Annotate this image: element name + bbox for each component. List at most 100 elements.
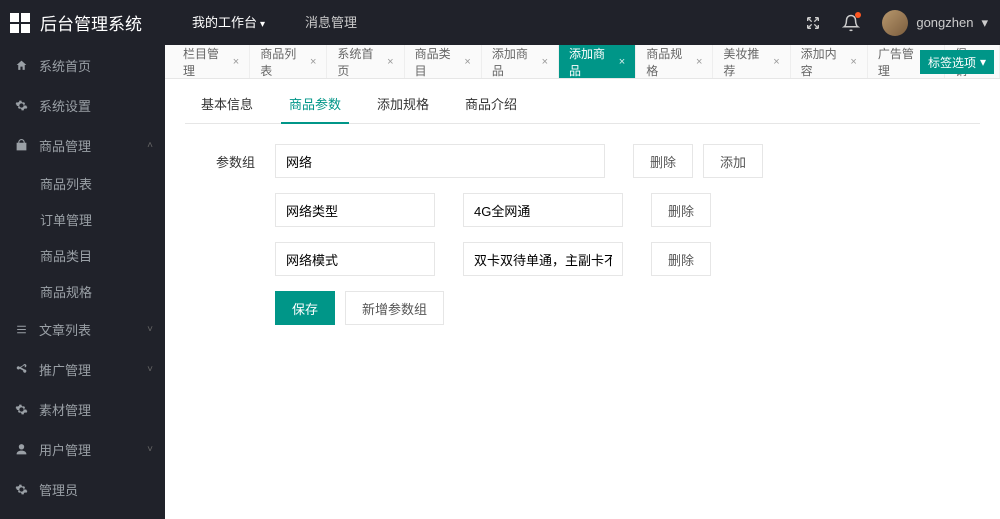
sidebar-item[interactable]: 素材管理	[0, 389, 165, 429]
chevron-down-icon: ˅	[147, 444, 153, 455]
param-key-input[interactable]	[275, 242, 435, 276]
header-right: gongzhen ▾	[794, 0, 1000, 45]
inner-tab[interactable]: 添加规格	[369, 94, 437, 123]
user-menu[interactable]: gongzhen ▾	[870, 10, 1000, 36]
chevron-down-icon: ▾	[980, 55, 986, 69]
sidebar-item-label: 文章列表	[39, 320, 91, 339]
inner-tab[interactable]: 基本信息	[193, 94, 261, 123]
chevron-down-icon: ˅	[147, 364, 153, 375]
tab-options-button[interactable]: 标签选项 ▾	[920, 50, 994, 74]
sidebar-item-label: 推广管理	[39, 360, 91, 379]
sidebar-subitem[interactable]: 商品列表	[0, 165, 165, 201]
content: 基本信息商品参数添加规格商品介绍 参数组 删除 添加 删除删除 保存 新增参数组	[165, 79, 1000, 519]
tab-label: 商品类目	[415, 45, 459, 79]
close-icon[interactable]: ×	[696, 56, 702, 68]
chevron-down-icon: ˅	[147, 324, 153, 335]
page-tab[interactable]: 添加商品 ×	[559, 45, 636, 78]
page-tabs: 栏目管理×商品列表×系统首页×商品类目×添加商品×添加商品×商品规格×美妆推荐×…	[165, 45, 1000, 79]
sidebar-item[interactable]: 文章列表 ˅	[0, 309, 165, 349]
tab-label: 添加商品	[492, 45, 536, 79]
chevron-down-icon: ▾	[981, 15, 988, 31]
close-icon[interactable]: ×	[464, 56, 470, 68]
close-icon[interactable]: ×	[850, 56, 856, 68]
main-area: 栏目管理×商品列表×系统首页×商品类目×添加商品×添加商品×商品规格×美妆推荐×…	[165, 45, 1000, 519]
sidebar-subitem[interactable]: 商品规格	[0, 273, 165, 309]
inner-tab[interactable]: 商品参数	[281, 94, 349, 123]
sidebar-item[interactable]: 系统设置	[0, 85, 165, 125]
page-tab[interactable]: 商品规格 ×	[636, 45, 713, 78]
param-row: 删除	[185, 242, 980, 276]
notification-dot	[855, 12, 861, 18]
page-tab[interactable]: 美妆推荐 ×	[713, 45, 790, 78]
delete-param-button[interactable]: 删除	[651, 193, 711, 227]
home-icon	[15, 59, 29, 72]
param-value-input[interactable]	[463, 242, 623, 276]
page-tab[interactable]: 添加内容 ×	[791, 45, 868, 78]
gear-icon	[15, 99, 29, 112]
chevron-up-icon: ˄	[147, 140, 153, 151]
list-icon	[15, 323, 29, 336]
user-name: gongzhen	[916, 15, 973, 30]
sidebar-item[interactable]: 栏目管理	[0, 509, 165, 519]
top-header: 后台管理系统 我的工作台▾消息管理 gongzhen ▾	[0, 0, 1000, 45]
tab-label: 栏目管理	[183, 45, 227, 79]
sidebar-item-label: 系统首页	[39, 56, 91, 75]
sidebar: 系统首页系统设置商品管理 ˄ 商品列表订单管理商品类目商品规格文章列表 ˅ 推广管理 ˅ 素…	[0, 45, 165, 519]
sidebar-item[interactable]: 管理员	[0, 469, 165, 509]
page-tab[interactable]: 栏目管理 ×	[173, 45, 250, 78]
user-icon	[15, 443, 29, 456]
param-value-input[interactable]	[463, 193, 623, 227]
close-icon[interactable]: ×	[773, 56, 779, 68]
save-button[interactable]: 保存	[275, 291, 335, 325]
param-group-row: 参数组 删除 添加	[185, 144, 980, 178]
notification-icon[interactable]	[832, 0, 870, 45]
top-menu-item[interactable]: 我的工作台▾	[172, 0, 285, 45]
tab-label: 商品规格	[646, 45, 690, 79]
bag-icon	[15, 139, 29, 152]
action-buttons: 保存 新增参数组	[185, 291, 980, 325]
gear-icon	[15, 403, 29, 416]
tab-label: 美妆推荐	[723, 45, 767, 79]
top-menu-item[interactable]: 消息管理	[285, 0, 377, 45]
inner-tab[interactable]: 商品介绍	[457, 94, 525, 123]
sidebar-item[interactable]: 用户管理 ˅	[0, 429, 165, 469]
tab-label: 广告管理	[878, 45, 922, 79]
sidebar-item-label: 管理员	[39, 480, 78, 499]
sidebar-subitem[interactable]: 订单管理	[0, 201, 165, 237]
sidebar-item-label: 素材管理	[39, 400, 91, 419]
tab-options-label: 标签选项	[928, 54, 976, 71]
sidebar-item[interactable]: 系统首页	[0, 45, 165, 85]
close-icon[interactable]: ×	[387, 56, 393, 68]
page-tab[interactable]: 商品类目 ×	[405, 45, 482, 78]
chevron-down-icon: ▾	[260, 19, 265, 30]
add-param-group-button[interactable]: 新增参数组	[345, 291, 444, 325]
tabs-actions: 标签选项 ▾	[920, 50, 994, 74]
fullscreen-icon[interactable]	[794, 0, 832, 45]
sidebar-item[interactable]: 推广管理 ˅	[0, 349, 165, 389]
close-icon[interactable]: ×	[233, 56, 239, 68]
param-group-label: 参数组	[185, 152, 275, 171]
page-tab[interactable]: 商品列表×	[250, 45, 327, 78]
inner-tabs: 基本信息商品参数添加规格商品介绍	[185, 94, 980, 124]
close-icon[interactable]: ×	[542, 56, 548, 68]
page-tab[interactable]: 系统首页×	[327, 45, 404, 78]
sidebar-item-label: 用户管理	[39, 440, 91, 459]
top-menu: 我的工作台▾消息管理	[172, 0, 377, 45]
close-icon[interactable]: ×	[310, 56, 316, 68]
sidebar-item-label: 商品管理	[39, 136, 91, 155]
gear-icon	[15, 483, 29, 496]
sidebar-subitem[interactable]: 商品类目	[0, 237, 165, 273]
close-icon[interactable]: ×	[619, 56, 625, 68]
sidebar-item[interactable]: 商品管理 ˄	[0, 125, 165, 165]
delete-group-button[interactable]: 删除	[633, 144, 693, 178]
add-group-button[interactable]: 添加	[703, 144, 763, 178]
page-tab[interactable]: 添加商品 ×	[482, 45, 559, 78]
param-key-input[interactable]	[275, 193, 435, 227]
app-title: 后台管理系统	[40, 10, 142, 35]
delete-param-button[interactable]: 删除	[651, 242, 711, 276]
param-group-input[interactable]	[275, 144, 605, 178]
tab-label: 添加商品	[569, 45, 613, 79]
param-row: 删除	[185, 193, 980, 227]
tab-label: 添加内容	[801, 45, 845, 79]
sidebar-item-label: 系统设置	[39, 96, 91, 115]
